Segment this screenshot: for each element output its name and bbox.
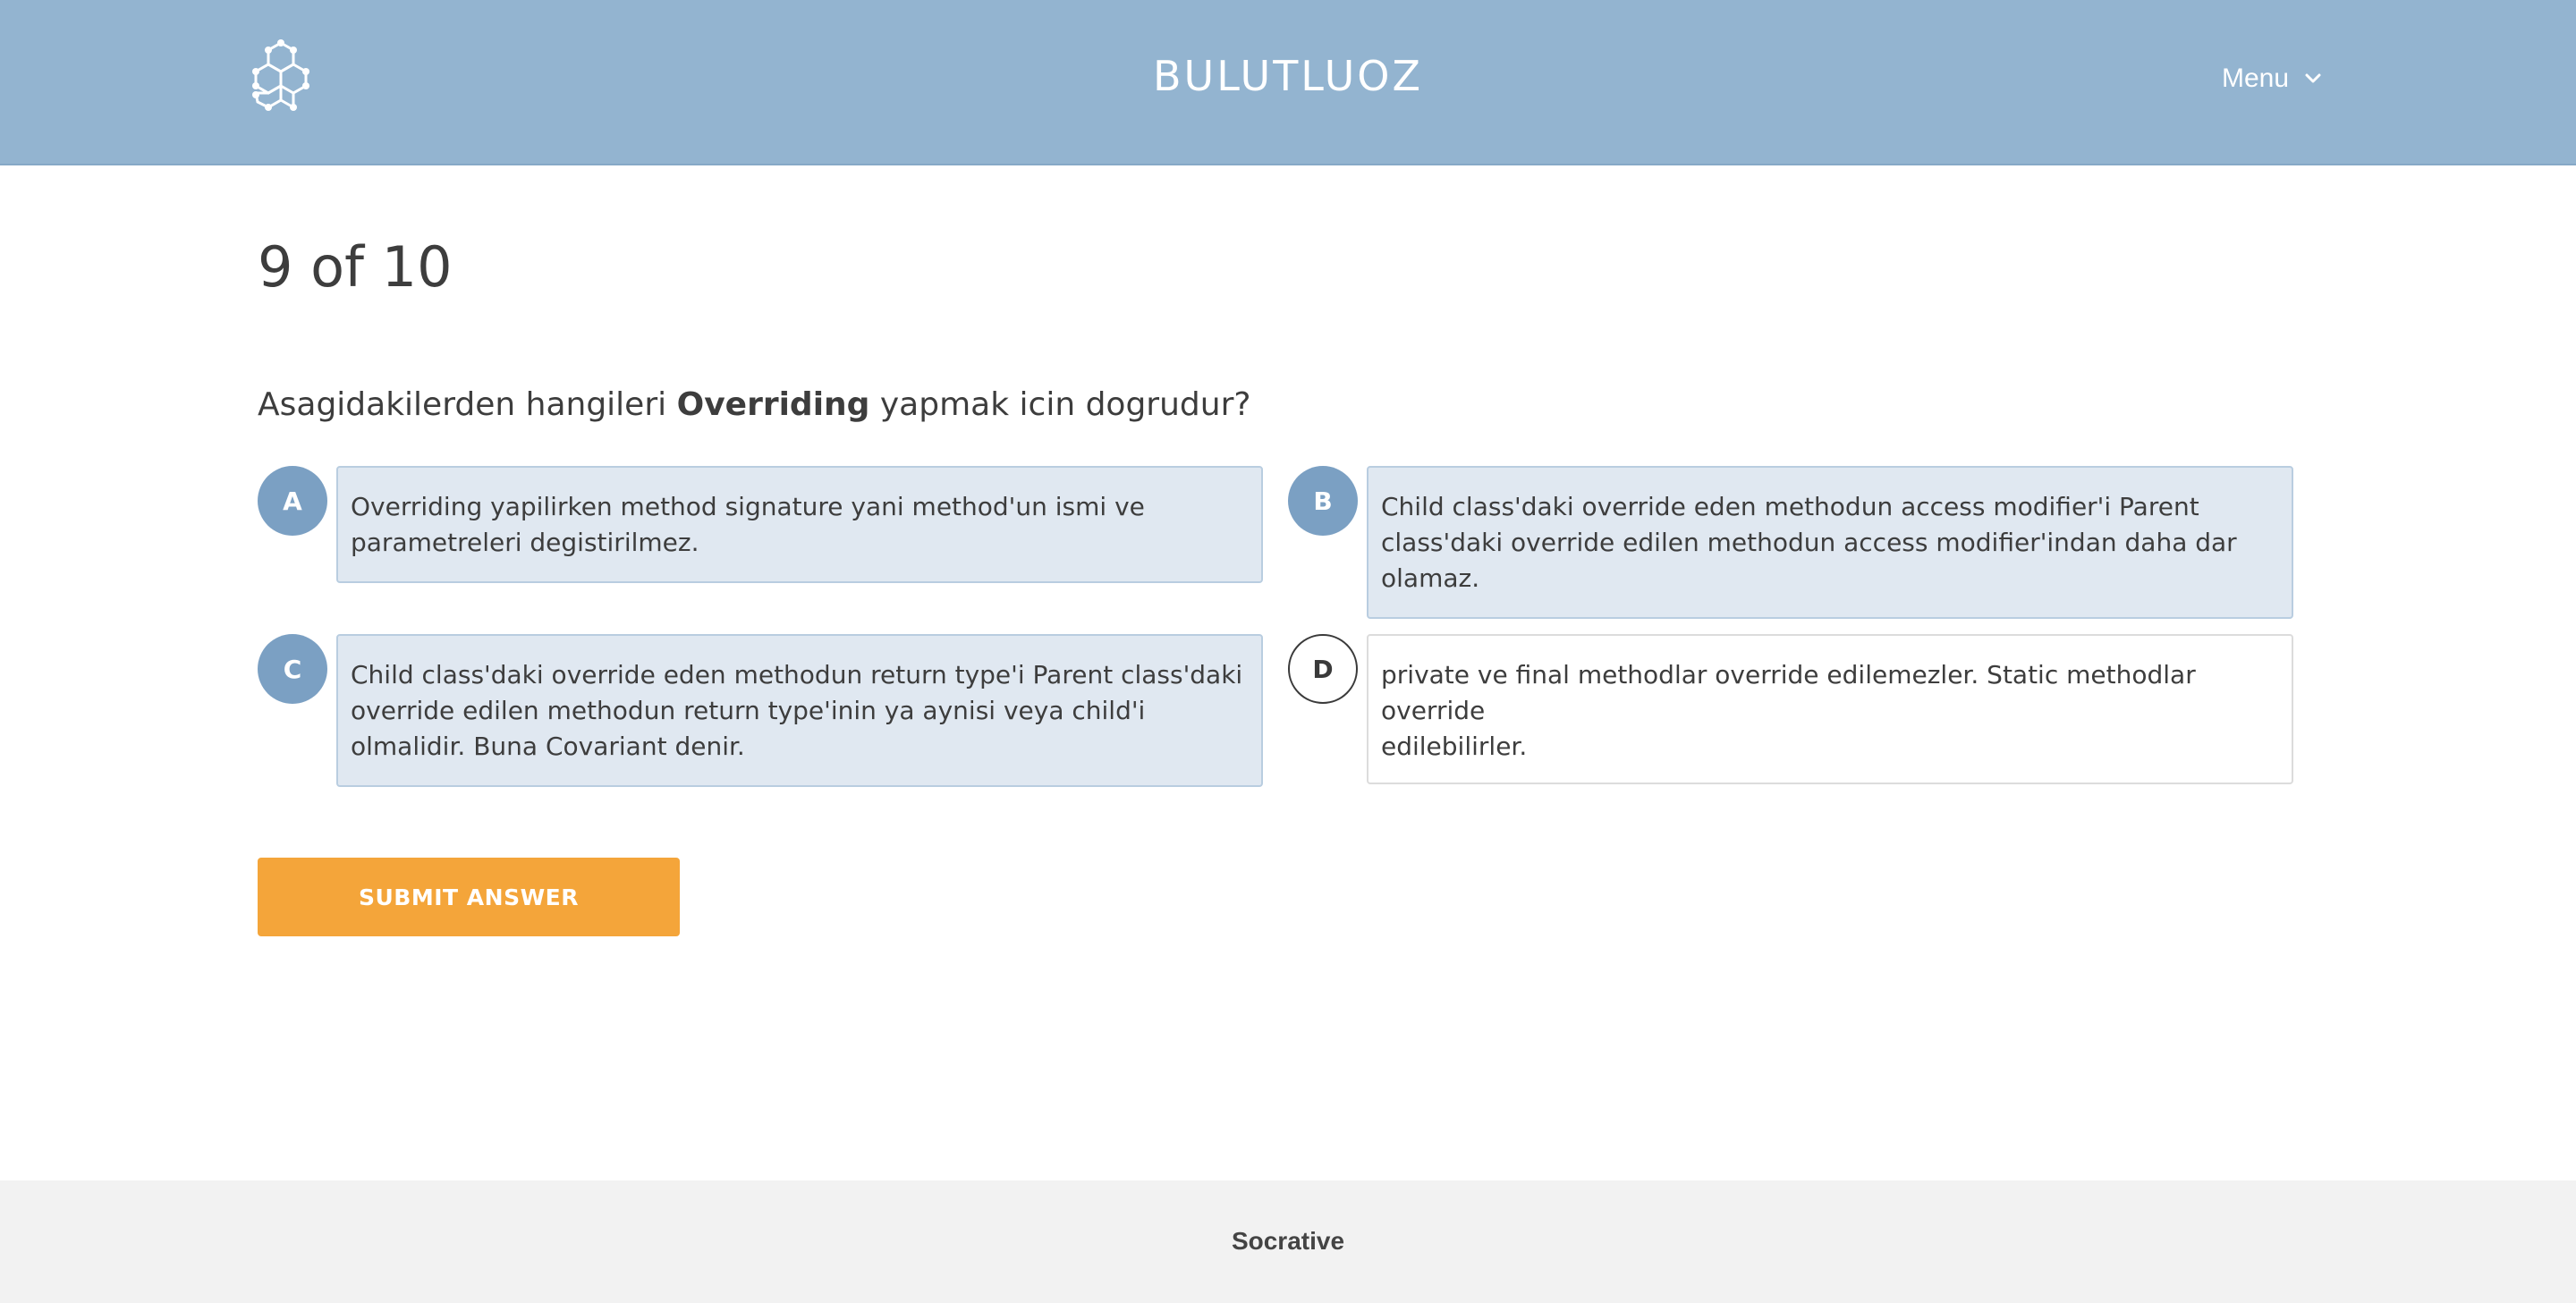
page: BULUTLUOZ Menu 9 of 10 Asagidakilerden h… [0,0,2576,1303]
choice-letter-b[interactable]: B [1288,466,1358,536]
menu-label: Menu [2222,63,2290,93]
choice-box-d[interactable]: private ve final methodlar override edil… [1367,634,2293,784]
answer-choice-b[interactable]: B Child class'daki override eden methodu… [1288,466,2293,619]
footer: Socrative [0,1180,2576,1303]
choice-letter-c[interactable]: C [258,634,327,704]
choice-text-b: Child class'daki override eden methodun … [1381,492,2237,593]
question-prefix: Asagidakilerden hangileri [258,386,677,423]
question-suffix: yapmak icin dogrudur? [869,386,1251,423]
header: BULUTLUOZ Menu [0,0,2576,165]
choice-box-c[interactable]: Child class'daki override eden methodun … [336,634,1263,787]
choice-letter-d[interactable]: D [1288,634,1358,704]
choice-letter-a[interactable]: A [258,466,327,536]
choice-box-a[interactable]: Overriding yapilirken method signature y… [336,466,1263,583]
answer-choice-a[interactable]: A Overriding yapilirken method signature… [258,466,1263,583]
answer-choice-d[interactable]: D private ve final methodlar override ed… [1288,634,2293,784]
question-text: Asagidakilerden hangileri Overriding yap… [258,386,1251,423]
choice-text-a: Overriding yapilirken method signature y… [351,492,1145,557]
room-name: BULUTLUOZ [1152,52,1424,100]
choice-text-d: private ve final methodlar override edil… [1381,660,2196,761]
question-progress: 9 of 10 [258,234,453,300]
choice-text-c: Child class'daki override eden methodun … [351,660,1243,761]
menu-button[interactable]: Menu [2222,59,2323,98]
chevron-down-icon [2305,73,2321,83]
footer-brand: Socrative [1231,1227,1345,1255]
submit-answer-button[interactable]: SUBMIT ANSWER [258,858,680,936]
answer-choice-c[interactable]: C Child class'daki override eden methodu… [258,634,1263,787]
choice-box-b[interactable]: Child class'daki override eden methodun … [1367,466,2293,619]
question-keyword: Overriding [676,386,870,423]
